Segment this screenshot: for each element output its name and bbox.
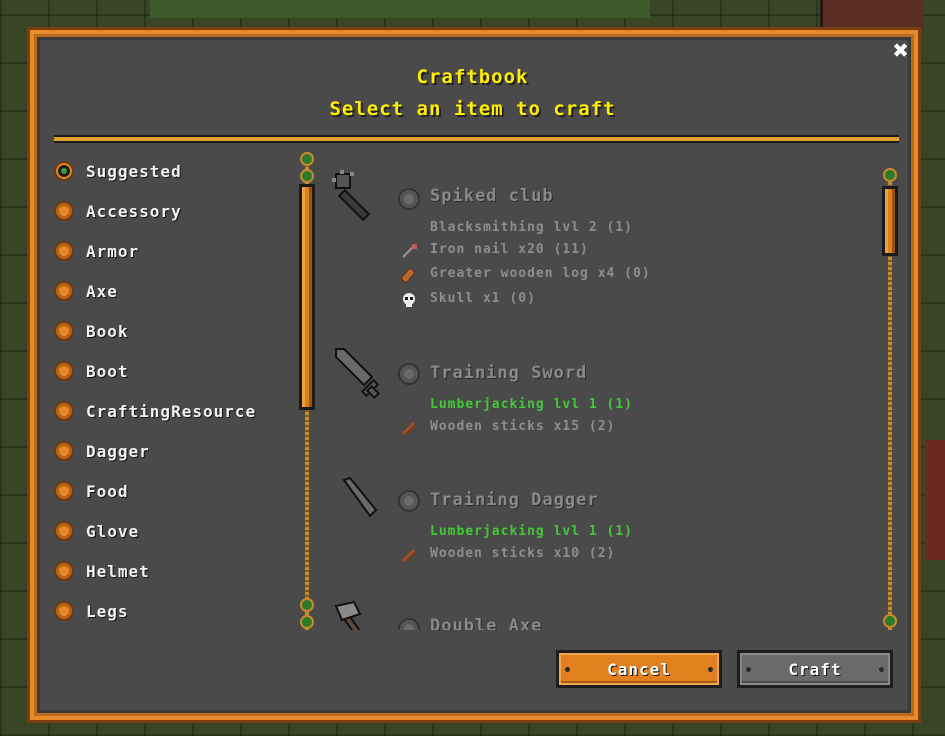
spiked-club-icon <box>332 170 371 222</box>
window-subtitle: Select an item to craft <box>329 98 616 120</box>
category-label: Dagger <box>86 441 150 461</box>
radio-icon[interactable] <box>54 601 74 621</box>
radio-icon[interactable] <box>54 481 74 501</box>
radio-icon[interactable] <box>54 401 74 421</box>
window-title: Craftbook <box>416 66 529 88</box>
radio-icon[interactable] <box>54 521 74 541</box>
recipe-scrollbar[interactable] <box>882 168 898 630</box>
rivet-icon <box>746 667 751 672</box>
radio-icon[interactable] <box>54 281 74 301</box>
radio-icon[interactable] <box>54 321 74 341</box>
rivet-icon <box>708 667 713 672</box>
grass-strip <box>150 0 650 18</box>
category-item-suggested[interactable]: Suggested <box>54 158 182 184</box>
scroll-thumb[interactable] <box>882 186 898 256</box>
radio-icon[interactable] <box>54 201 74 221</box>
radio-icon[interactable] <box>54 441 74 461</box>
close-icon[interactable]: ✖ <box>888 38 914 64</box>
scroll-thumb[interactable] <box>299 184 315 410</box>
cancel-button-label: Cancel <box>607 659 671 679</box>
recipe-requirement: Lumberjacking lvl 1 (1) <box>430 524 634 539</box>
craft-button[interactable]: Craft <box>737 650 893 688</box>
building-roof <box>820 0 923 30</box>
recipe-radio-icon[interactable] <box>398 363 420 385</box>
category-label: Suggested <box>86 161 182 181</box>
category-scrollbar[interactable] <box>299 152 315 630</box>
recipe-requirement: Lumberjacking lvl 1 (1) <box>430 397 634 412</box>
recipe-requirement: Blacksmithing lvl 2 (1) <box>430 220 634 235</box>
recipe-radio-icon[interactable] <box>398 188 420 210</box>
radio-icon[interactable] <box>54 241 74 261</box>
category-item-dagger[interactable]: Dagger <box>54 438 150 464</box>
category-label: Boot <box>86 361 129 381</box>
scroll-up-knob[interactable] <box>300 152 314 166</box>
rivet-icon <box>565 667 570 672</box>
ingredient-label: Iron nail x20 (11) <box>430 242 589 257</box>
category-label: Book <box>86 321 129 341</box>
category-item-book[interactable]: Book <box>54 318 129 344</box>
category-item-glove[interactable]: Glove <box>54 518 139 544</box>
scroll-down-knob[interactable] <box>300 598 314 612</box>
recipe-name: Double Axe <box>430 616 543 630</box>
radio-icon[interactable] <box>54 561 74 581</box>
recipe-name: Training Dagger <box>430 490 599 510</box>
ingredient-label: Wooden sticks x10 (2) <box>430 546 616 561</box>
recipe-list: Spiked club Blacksmithing lvl 2 (1) Iron… <box>330 160 870 630</box>
wooden-sticks-icon <box>401 421 416 436</box>
scroll-down-knob[interactable] <box>300 615 314 629</box>
category-label: Legs <box>86 601 129 621</box>
recipe-radio-icon[interactable] <box>398 490 420 512</box>
rivet-icon <box>879 667 884 672</box>
category-label: Accessory <box>86 201 182 221</box>
scroll-up-knob[interactable] <box>300 169 314 183</box>
category-item-accessory[interactable]: Accessory <box>54 198 182 224</box>
skull-icon <box>403 293 415 307</box>
scroll-up-knob[interactable] <box>883 168 897 182</box>
category-label: Axe <box>86 281 118 301</box>
radio-selected-icon[interactable] <box>54 161 74 181</box>
category-item-axe[interactable]: Axe <box>54 278 118 304</box>
scroll-down-knob[interactable] <box>883 614 897 628</box>
ingredient-label: Skull x1 (0) <box>430 291 536 306</box>
category-item-food[interactable]: Food <box>54 478 129 504</box>
craft-button-label: Craft <box>788 659 842 679</box>
double-axe-icon <box>334 600 373 630</box>
category-item-legs[interactable]: Legs <box>54 598 129 624</box>
category-label: Armor <box>86 241 140 261</box>
wooden-log-icon <box>401 268 415 283</box>
category-label: Helmet <box>86 561 150 581</box>
header-divider <box>54 135 899 143</box>
recipe-name: Training Sword <box>430 363 588 383</box>
category-label: Food <box>86 481 129 501</box>
ingredient-label: Wooden sticks x15 (2) <box>430 419 616 434</box>
training-dagger-icon <box>342 476 378 518</box>
training-sword-icon <box>335 348 381 400</box>
radio-icon[interactable] <box>54 361 74 381</box>
wooden-sticks-icon <box>401 548 416 563</box>
recipe-name: Spiked club <box>430 186 554 206</box>
recipe-radio-icon[interactable] <box>398 618 420 630</box>
ingredient-label: Greater wooden log x4 (0) <box>430 266 651 281</box>
category-label: CraftingResource <box>86 401 257 421</box>
category-label: Glove <box>86 521 140 541</box>
category-item-helmet[interactable]: Helmet <box>54 558 150 584</box>
iron-nail-icon <box>402 244 417 258</box>
cancel-button[interactable]: Cancel <box>556 650 722 688</box>
building-wall <box>925 440 945 560</box>
category-item-armor[interactable]: Armor <box>54 238 139 264</box>
category-item-boot[interactable]: Boot <box>54 358 129 384</box>
category-item-craftingresource[interactable]: CraftingResource <box>54 398 256 424</box>
